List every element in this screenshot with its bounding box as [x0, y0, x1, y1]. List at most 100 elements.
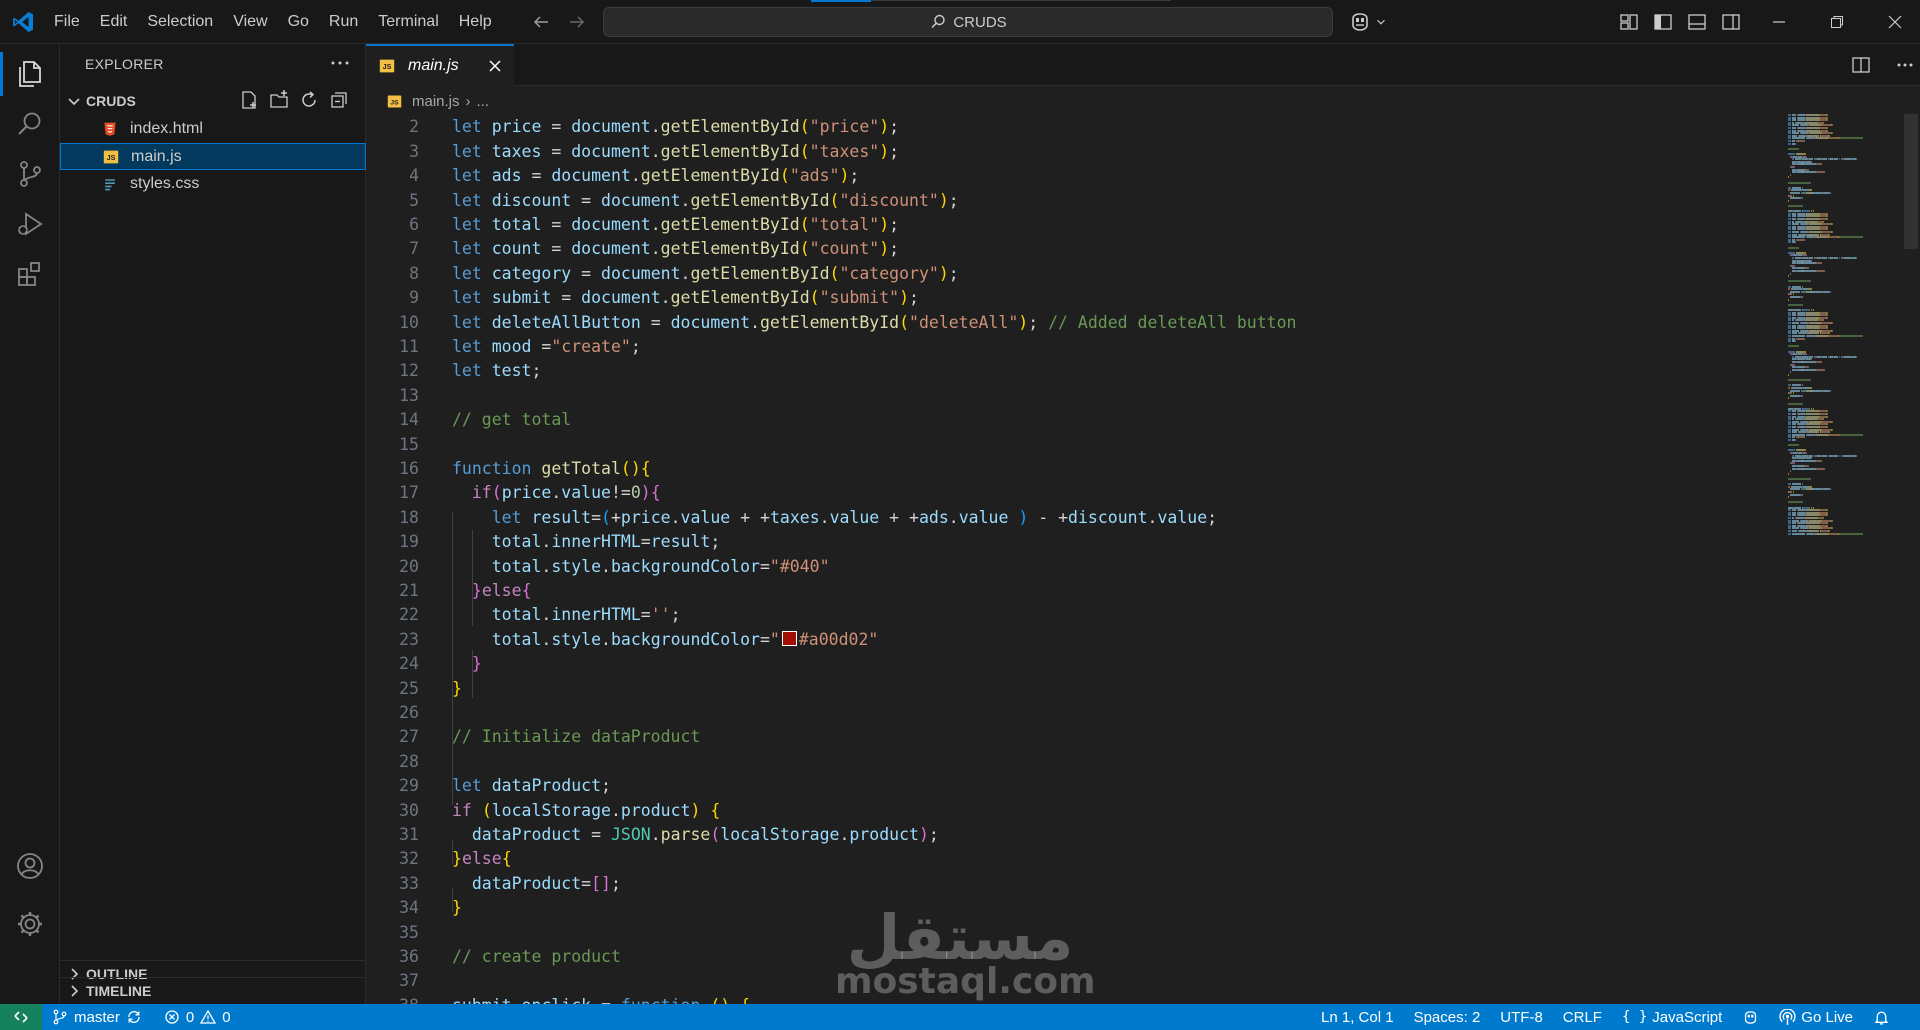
code-line[interactable]: 21 }else{	[366, 579, 1786, 603]
activity-extensions[interactable]	[0, 246, 60, 302]
code-line[interactable]: 27 // Initialize dataProduct	[366, 725, 1786, 749]
refresh-icon[interactable]	[298, 89, 320, 111]
split-editor-icon[interactable]	[1850, 54, 1872, 76]
code-line[interactable]: 28	[366, 750, 1786, 774]
code-line[interactable]: 16 function getTotal(){	[366, 457, 1786, 481]
code-line[interactable]: 32}else{	[366, 847, 1786, 871]
toggle-secondary-sidebar-icon[interactable]	[1720, 11, 1742, 33]
code-token: )	[839, 166, 850, 186]
file-item-styles-css[interactable]: styles.css	[60, 170, 366, 197]
code-line[interactable]: 20 total.style.backgroundColor="#040"	[366, 555, 1786, 579]
code-line[interactable]: 12 let test;	[366, 359, 1786, 383]
code-line[interactable]: 22 total.innerHTML='';	[366, 603, 1786, 627]
line-ending[interactable]: CRLF	[1553, 1009, 1612, 1026]
collapse-all-icon[interactable]	[328, 89, 350, 111]
arrow-right-icon[interactable]	[566, 11, 588, 33]
copilot-menu[interactable]	[1348, 10, 1388, 34]
activity-source-control[interactable]	[0, 146, 60, 202]
code-line[interactable]: 15	[366, 433, 1786, 457]
new-folder-icon[interactable]	[268, 89, 290, 111]
breadcrumb-symbol[interactable]: ...	[477, 93, 490, 110]
minimap-line	[1788, 241, 1791, 244]
code-line[interactable]: 31 dataProduct = JSON.parse(localStorage…	[366, 823, 1786, 847]
code-line[interactable]: 4 let ads = document.getElementById("ads"…	[366, 164, 1786, 188]
menu-view[interactable]: View	[223, 13, 277, 31]
code-line[interactable]: 33 dataProduct=[];	[366, 872, 1786, 896]
code-line[interactable]: 5 let discount = document.getElementById(…	[366, 189, 1786, 213]
scrollbar-thumb[interactable]	[1904, 114, 1918, 249]
color-swatch[interactable]	[781, 630, 797, 646]
vscode-logo-icon[interactable]	[11, 10, 35, 34]
customize-layout-icon[interactable]	[1618, 11, 1640, 33]
code-line[interactable]: 23 total.style.backgroundColor=" #a00d02"	[366, 628, 1786, 652]
code-token: {	[501, 849, 512, 869]
code-line[interactable]: 29 let dataProduct;	[366, 774, 1786, 798]
file-item-main-js[interactable]: JS main.js	[60, 143, 366, 170]
code-line[interactable]: 17 if(price.value!=0){	[366, 481, 1786, 505]
copilot-status[interactable]	[1732, 1009, 1769, 1026]
menu-selection[interactable]: Selection	[137, 13, 223, 31]
toggle-primary-sidebar-icon[interactable]	[1652, 11, 1674, 33]
language-mode[interactable]: { } JavaScript	[1612, 1009, 1732, 1026]
close-window-button[interactable]	[1866, 0, 1920, 44]
restore-button[interactable]	[1808, 0, 1866, 44]
code-line[interactable]: 13	[366, 384, 1786, 408]
arrow-left-icon[interactable]	[530, 11, 552, 33]
menu-run[interactable]: Run	[319, 13, 368, 31]
menu-edit[interactable]: Edit	[90, 13, 138, 31]
warning-count[interactable]: 0	[222, 1009, 230, 1026]
more-actions-icon[interactable]	[1894, 54, 1916, 76]
indentation[interactable]: Spaces: 2	[1404, 1009, 1491, 1026]
minimap[interactable]	[1788, 114, 1908, 544]
code-line[interactable]: 9 let submit = document.getElementById("s…	[366, 286, 1786, 310]
sync-icon[interactable]	[126, 1009, 142, 1025]
close-icon[interactable]	[486, 57, 504, 75]
code-editor[interactable]: 1let title = document.getElementById("ti…	[366, 114, 1920, 1004]
code-line[interactable]: 26	[366, 701, 1786, 725]
code-line[interactable]: 14 // get total	[366, 408, 1786, 432]
code-line[interactable]: 8 let category = document.getElementById(…	[366, 262, 1786, 286]
breadcrumb-file[interactable]: main.js	[412, 93, 460, 110]
menu-help[interactable]: Help	[449, 13, 502, 31]
code-token: function	[452, 459, 532, 478]
git-branch[interactable]: master	[74, 1009, 120, 1026]
activity-search[interactable]	[0, 96, 60, 152]
tab-main-js[interactable]: JS main.js	[366, 44, 514, 86]
menu-file[interactable]: File	[44, 13, 90, 31]
toggle-panel-icon[interactable]	[1686, 11, 1708, 33]
minimize-button[interactable]	[1750, 0, 1808, 44]
code-line[interactable]: 24 }	[366, 652, 1786, 676]
file-item-index-html[interactable]: index.html	[60, 115, 366, 142]
timeline-section[interactable]: TIMELINE	[60, 977, 366, 1004]
activity-accounts[interactable]	[0, 838, 60, 894]
error-count[interactable]: 0	[186, 1009, 194, 1026]
menu-go[interactable]: Go	[278, 13, 319, 31]
code-token: let	[452, 361, 482, 381]
code-line[interactable]: 6 let total = document.getElementById("to…	[366, 213, 1786, 237]
code-line[interactable]: 3 let taxes = document.getElementById("ta…	[366, 140, 1786, 164]
code-line[interactable]: 11 let mood ="create";	[366, 335, 1786, 359]
code-line[interactable]: 25}	[366, 677, 1786, 701]
code-line[interactable]: 19 total.innerHTML=result;	[366, 530, 1786, 554]
menu-terminal[interactable]: Terminal	[368, 13, 448, 31]
notifications[interactable]	[1863, 1009, 1900, 1026]
new-file-icon[interactable]	[238, 89, 260, 111]
command-center[interactable]: CRUDS	[603, 7, 1333, 37]
activity-explorer[interactable]	[0, 46, 60, 102]
code-line[interactable]: 18 let result=(+price.value + +taxes.val…	[366, 506, 1786, 530]
go-live-button[interactable]: Go Live	[1769, 1008, 1863, 1026]
code-line[interactable]: 30 if (localStorage.product) {	[366, 799, 1786, 823]
remote-indicator[interactable]	[0, 1004, 42, 1030]
code-line[interactable]: 7 let count = document.getElementById("co…	[366, 237, 1786, 261]
minimap-line	[1817, 270, 1825, 272]
more-actions-icon[interactable]	[328, 52, 352, 74]
code-line[interactable]: 10 let deleteAllButton = document.getElem…	[366, 311, 1786, 335]
folder-header[interactable]: CRUDS	[60, 88, 366, 114]
code-line[interactable]: 2 let price = document.getElementById("pr…	[366, 115, 1786, 139]
minimap-line	[1840, 532, 1863, 535]
activity-run-debug[interactable]	[0, 196, 60, 252]
cursor-position[interactable]: Ln 1, Col 1	[1311, 1009, 1404, 1026]
activity-manage[interactable]	[0, 896, 60, 952]
encoding[interactable]: UTF-8	[1490, 1009, 1553, 1026]
